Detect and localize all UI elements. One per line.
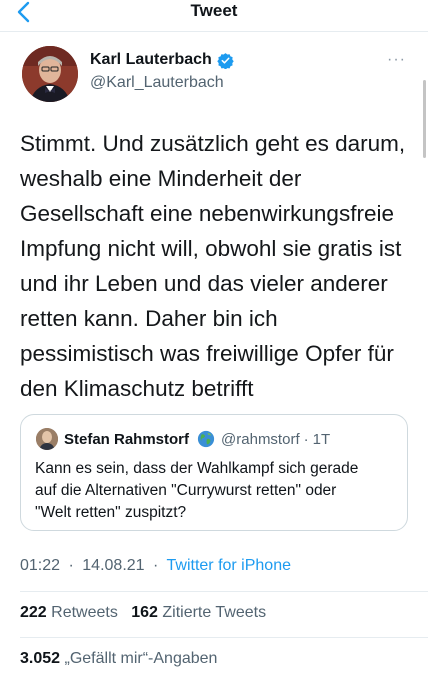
meta-separator: · xyxy=(68,557,74,574)
tweet-source-link[interactable]: Twitter for iPhone xyxy=(167,557,292,574)
likes-count: 3.052 xyxy=(20,650,61,667)
retweets-count: 222 xyxy=(20,604,47,621)
quoted-line: auf die Alternativen "Currywurst retten"… xyxy=(35,482,337,499)
tweet-text: Stimmt. Und zusätzlich geht es darum, we… xyxy=(20,126,416,406)
author-avatar[interactable] xyxy=(22,46,78,102)
divider xyxy=(20,637,428,638)
author-handle[interactable]: @Karl_Lauterbach xyxy=(90,74,224,92)
tweet-line: weshalb eine Minderheit der xyxy=(20,166,302,191)
author-name-row[interactable]: Karl Lauterbach xyxy=(90,51,234,69)
author-name[interactable]: Karl Lauterbach xyxy=(90,51,212,69)
tweet-line: Impfung nicht will, obwohl sie gratis is… xyxy=(20,236,402,261)
quoted-tweet[interactable]: Stefan Rahmstorf @rahmstorf · 1T Kann es… xyxy=(20,414,408,531)
tweet-meta: 01:22 · 14.08.21 · Twitter for iPhone xyxy=(20,557,291,575)
quoted-author-handle: @rahmstorf xyxy=(221,430,300,448)
quoted-line: Kann es sein, dass der Wahlkampf sich ge… xyxy=(35,460,359,477)
meta-separator: · xyxy=(153,557,159,574)
quoted-header: Stefan Rahmstorf @rahmstorf · 1T xyxy=(64,430,330,448)
page-title: Tweet xyxy=(190,1,238,20)
quoted-separator: · xyxy=(303,430,309,448)
more-options-icon[interactable]: ··· xyxy=(387,51,406,69)
tweet-line: Gesellschaft eine nebenwirkungsfreie xyxy=(20,201,394,226)
scrollbar[interactable] xyxy=(423,80,426,158)
quoted-author-avatar xyxy=(36,428,58,450)
top-bar: Tweet xyxy=(0,0,428,32)
tweet-line: pessimistisch was freiwillige Opfer für xyxy=(20,341,394,366)
tweet-time: 01:22 xyxy=(20,557,61,574)
tweet-line: den Klimaschutz betrifft xyxy=(20,376,254,401)
quote-tweets-link[interactable]: 162 Zitierte Tweets xyxy=(131,604,266,621)
quoted-timestamp: 1T xyxy=(312,430,331,448)
likes-label: „Gefällt mir“-Angaben xyxy=(64,650,218,667)
retweet-stats: 222 Retweets 162 Zitierte Tweets xyxy=(20,604,266,622)
likes-stats[interactable]: 3.052 „Gefällt mir“-Angaben xyxy=(20,650,217,668)
quoted-line: "Welt retten" zuspitzt? xyxy=(35,504,187,521)
retweets-link[interactable]: 222 Retweets xyxy=(20,604,118,621)
tweet-line: Stimmt. Und zusätzlich geht es darum, xyxy=(20,131,406,156)
quote-tweets-label: Zitierte Tweets xyxy=(162,604,267,621)
quoted-author-name: Stefan Rahmstorf xyxy=(64,430,190,448)
tweet-line: und ihr Leben und das vieler anderer xyxy=(20,271,388,296)
divider xyxy=(20,591,428,592)
tweet-date: 14.08.21 xyxy=(82,557,145,574)
tweet-line: retten kann. Daher bin ich xyxy=(20,306,278,331)
retweets-label: Retweets xyxy=(51,604,118,621)
quote-tweets-count: 162 xyxy=(131,604,158,621)
quoted-text: Kann es sein, dass der Wahlkampf sich ge… xyxy=(35,458,401,524)
verified-badge-icon xyxy=(217,52,234,69)
globe-icon xyxy=(197,430,215,448)
